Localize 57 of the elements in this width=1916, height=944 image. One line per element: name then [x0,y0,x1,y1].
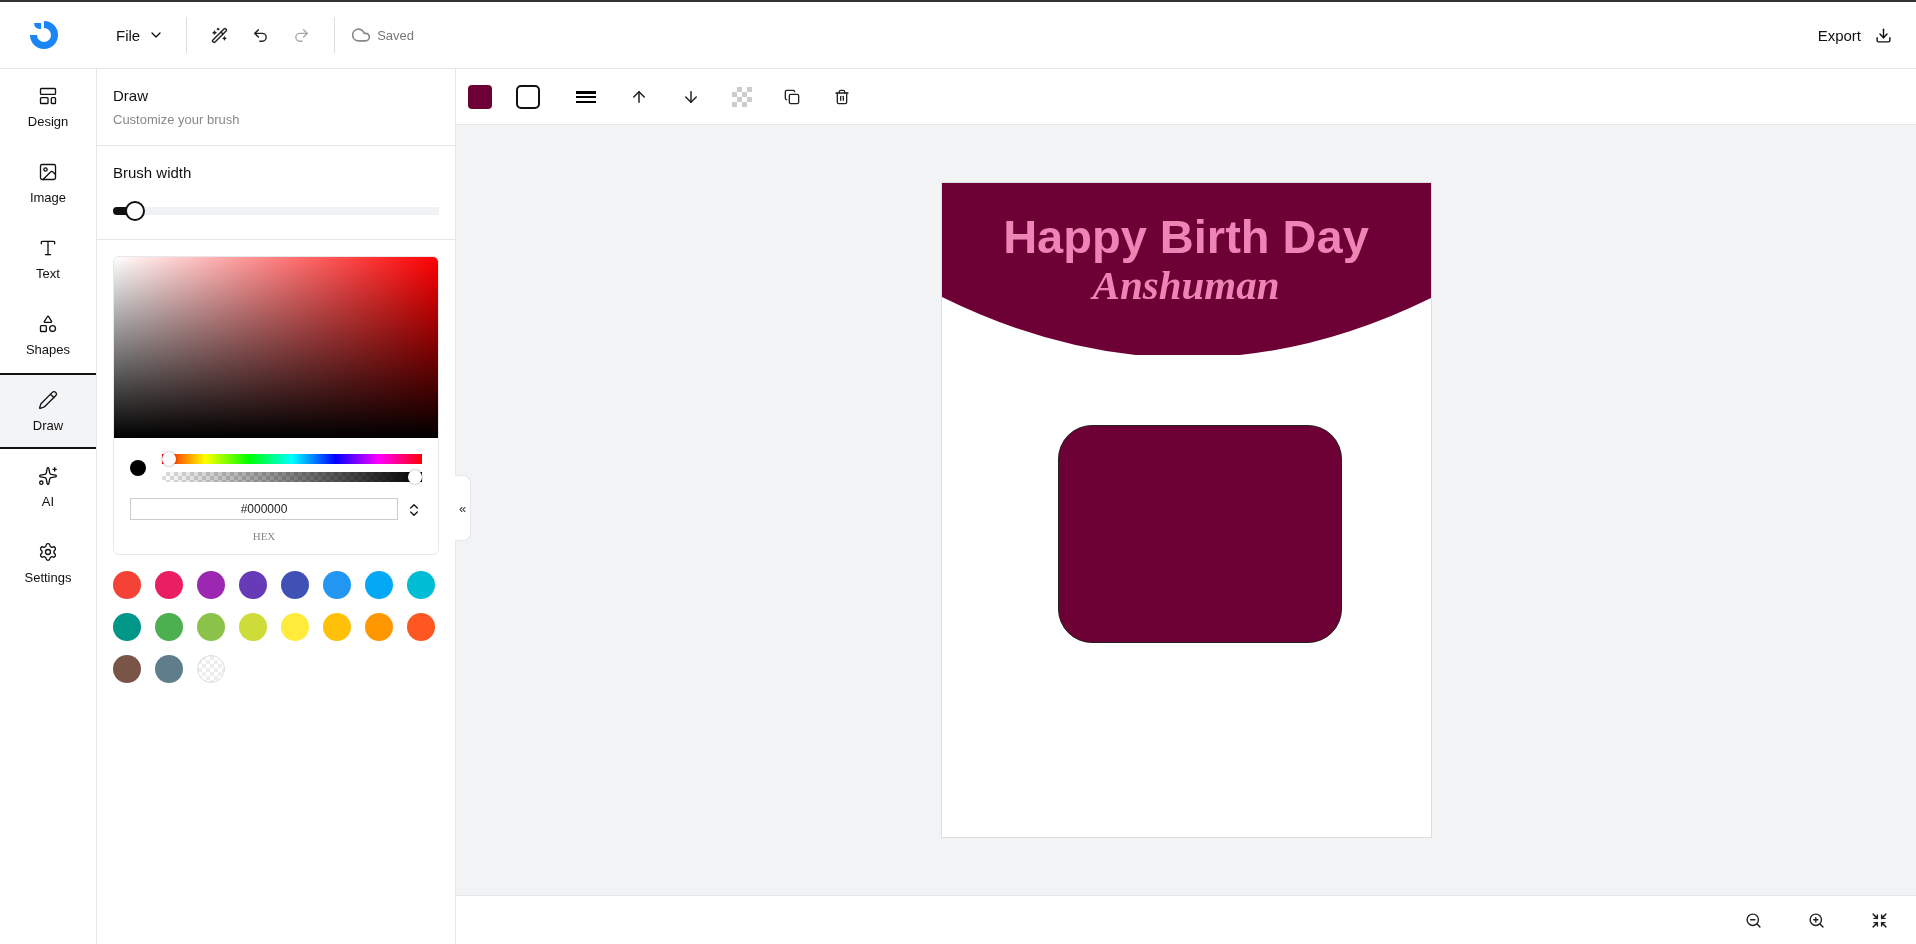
lines-icon [576,89,596,104]
trash-icon [834,88,850,105]
undo-icon [252,26,270,44]
color-swatch[interactable] [239,571,267,599]
slider-thumb[interactable] [125,201,146,221]
color-swatch[interactable] [407,613,435,641]
shapes-icon [38,313,58,334]
hue-slider[interactable] [162,452,422,466]
sidebar-tab[interactable]: Draw [0,373,96,449]
color-swatch[interactable] [239,613,267,641]
color-swatch[interactable] [407,571,435,599]
cloud-icon [351,25,372,45]
brush-width-label: Brush width [113,164,193,181]
image-icon [38,161,58,182]
fill-color-button[interactable] [468,84,492,109]
card-title: Happy Birth Day [1002,209,1370,264]
color-swatch[interactable] [155,571,183,599]
color-swatch[interactable] [281,613,309,641]
pencil-icon [38,389,58,410]
settings-icon [38,541,58,562]
color-swatch[interactable] [155,655,183,683]
zoom-in-icon [1808,911,1825,929]
magic-wand-icon [211,26,229,44]
shrink-icon [1871,911,1888,929]
redo-icon [293,26,311,44]
panel-title: Draw [113,87,149,104]
collapse-panel-button[interactable]: « [455,475,471,541]
color-swatch[interactable] [113,655,141,683]
color-swatch[interactable] [197,571,225,599]
color-swatch[interactable] [113,571,141,599]
save-status: Saved [377,27,415,43]
download-icon [1875,26,1892,44]
sparkles-icon [38,465,58,486]
saturation-area[interactable] [114,257,438,438]
copy-icon [784,88,800,105]
color-swatch[interactable] [113,613,141,641]
card-name: Anshuman [1090,262,1281,309]
hex-label: HEX [252,530,276,542]
color-swatch[interactable] [155,613,183,641]
alpha-slider[interactable] [162,470,422,484]
hex-input[interactable]: #000000 [130,498,398,520]
color-swatch[interactable] [365,613,393,641]
color-swatch[interactable] [281,571,309,599]
alpha-thumb[interactable] [408,470,422,484]
panel-subtitle: Customize your brush [113,112,241,127]
logo-icon [28,19,60,51]
export-button[interactable]: Export [1811,20,1898,50]
zoom-out-icon [1745,911,1762,929]
color-swatch[interactable] [323,571,351,599]
stroke-button[interactable] [516,84,540,109]
color-swatch[interactable] [197,613,225,641]
color-swatch[interactable] [323,613,351,641]
layout-icon [38,85,58,106]
transparent-swatch[interactable] [197,655,225,683]
color-swatch[interactable] [365,571,393,599]
file-menu[interactable]: File [106,20,175,50]
hue-thumb[interactable] [162,452,176,466]
